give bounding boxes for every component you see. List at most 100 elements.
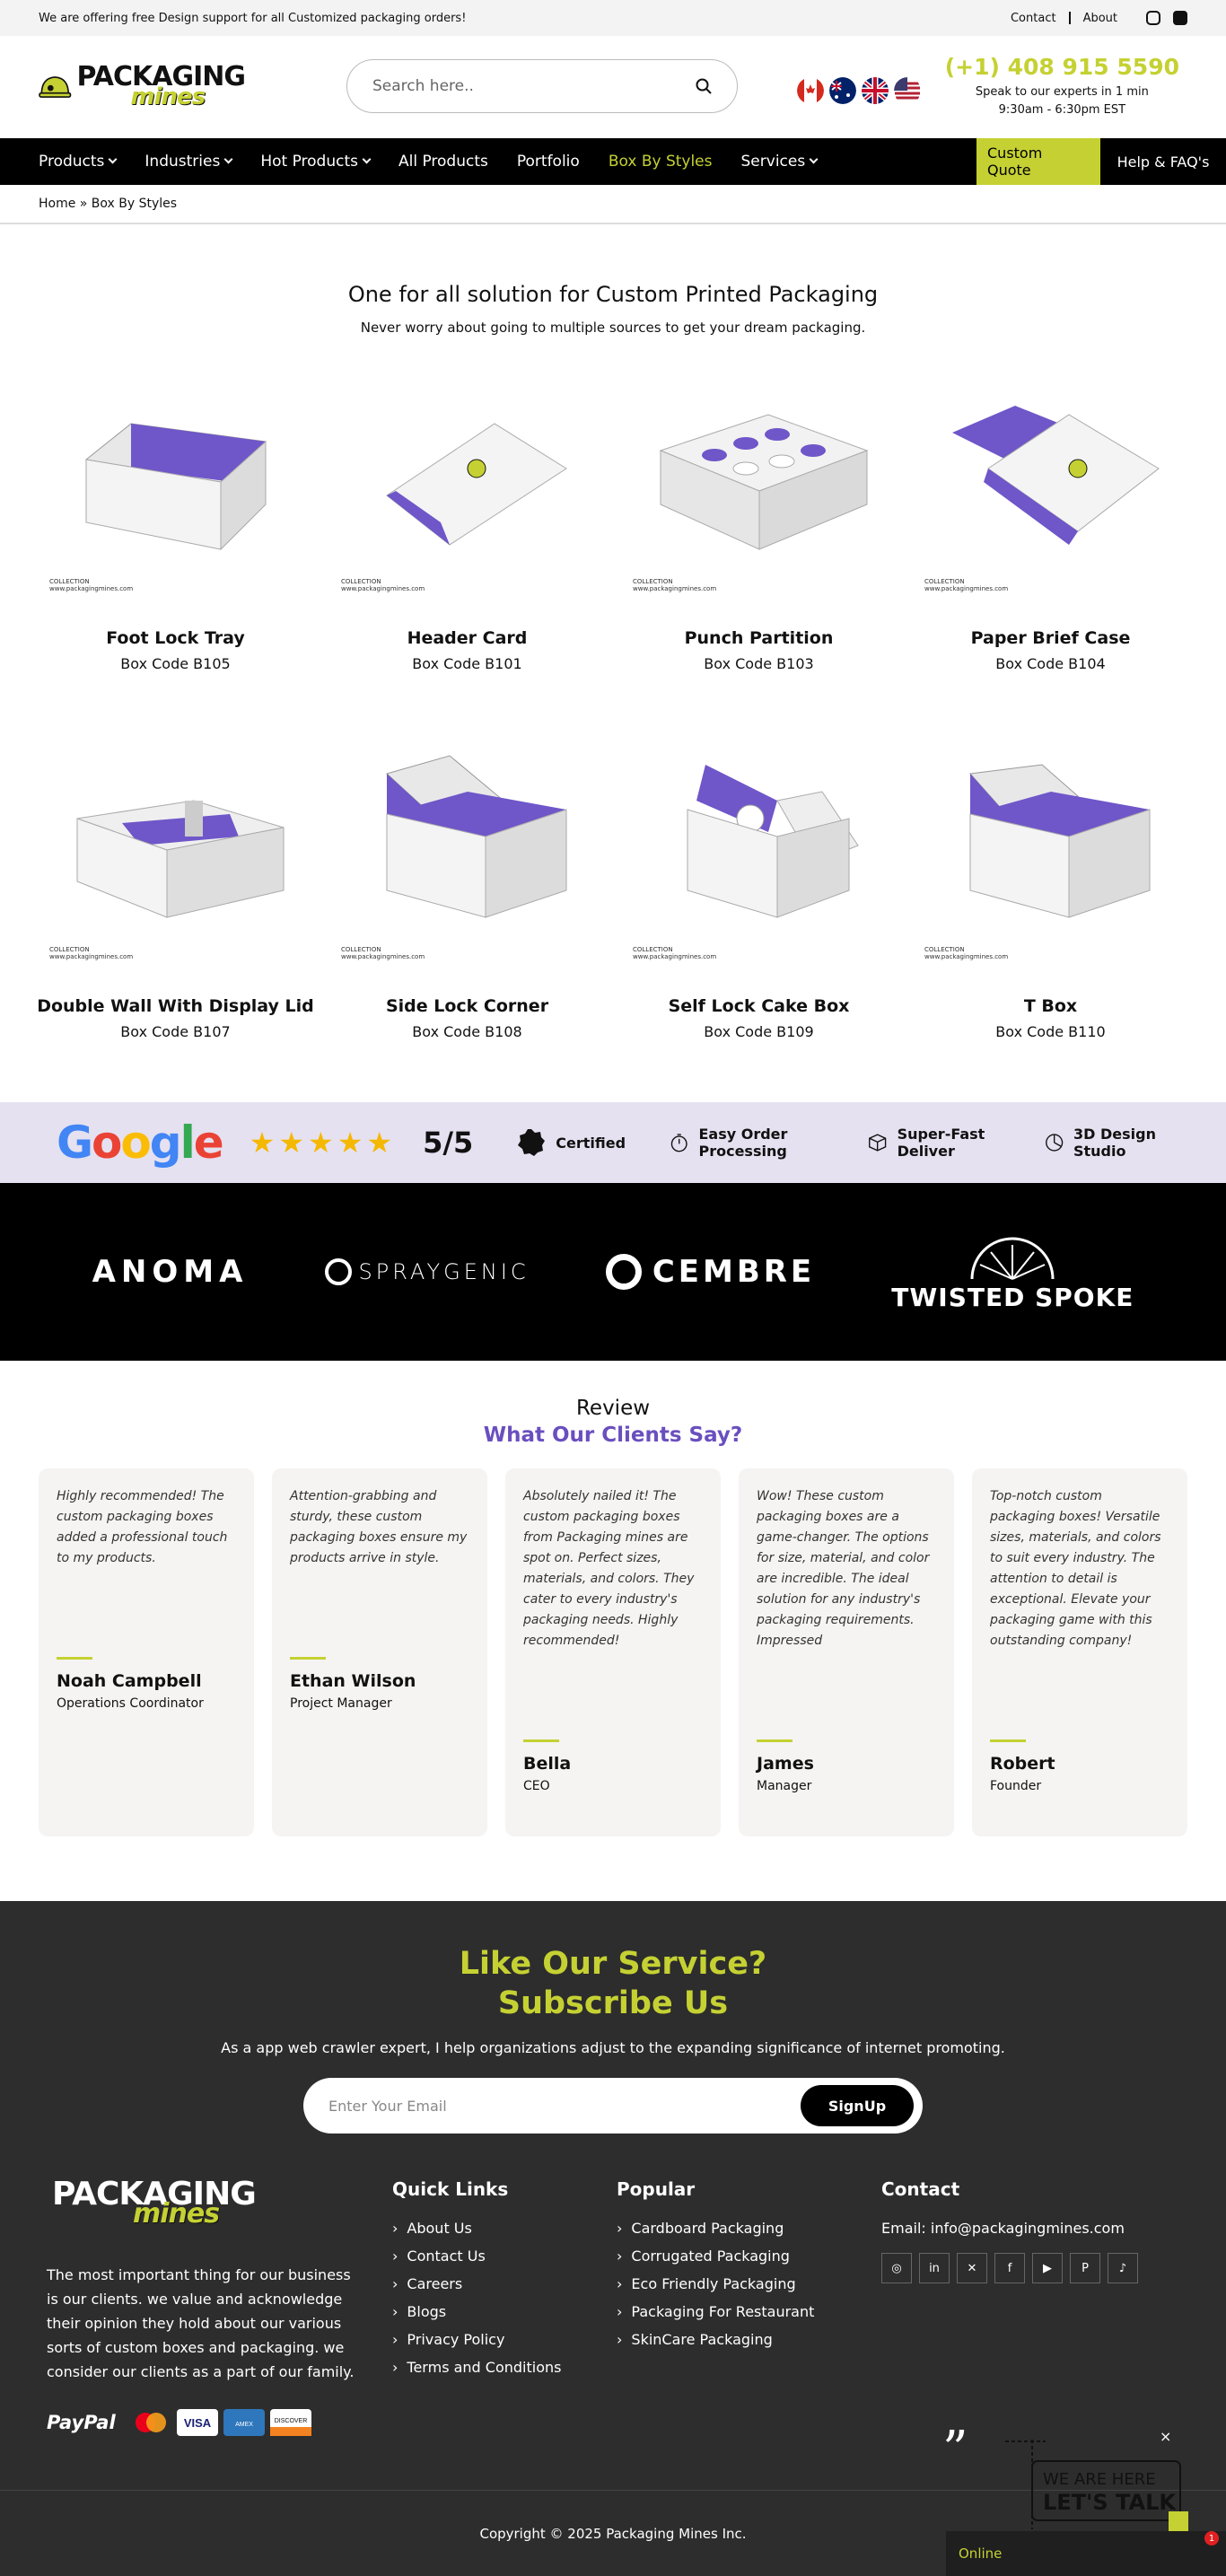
reviewer-role: Operations Coordinator xyxy=(57,1696,204,1711)
instagram-icon[interactable] xyxy=(1146,11,1160,25)
nav-services[interactable]: Services xyxy=(741,153,819,171)
tiktok-icon[interactable]: ♪ xyxy=(1108,2253,1138,2283)
product-name[interactable]: Side Lock Corner xyxy=(321,996,613,1016)
nav-industries[interactable]: Industries xyxy=(144,153,233,171)
nav-portfolio[interactable]: Portfolio xyxy=(517,153,580,171)
nav-all-products[interactable]: All Products xyxy=(398,153,488,171)
footer-social: ◎ in ✕ f ▶ P ♪ xyxy=(881,2253,1138,2283)
search-icon[interactable] xyxy=(696,78,712,94)
search-bar[interactable]: Search here.. xyxy=(346,59,738,113)
linkedin-icon[interactable] xyxy=(1173,11,1187,25)
youtube-icon[interactable]: ▶ xyxy=(1032,2253,1063,2283)
footer-popular-link[interactable]: Corrugated Packaging xyxy=(617,2247,881,2265)
about-link[interactable]: About xyxy=(1083,12,1117,25)
linkedin-icon[interactable]: in xyxy=(919,2253,950,2283)
nav-cta: Custom Quote Help & FAQ's xyxy=(976,138,1226,185)
star-rating-icon: ★★★★★ xyxy=(249,1126,397,1160)
product-name[interactable]: Header Card xyxy=(321,628,613,648)
close-icon: × xyxy=(1160,2428,1171,2445)
product-card[interactable]: COLLECTION www.packagingmines.com Self Loc… xyxy=(613,736,905,1104)
footer-quick-link[interactable]: About Us xyxy=(392,2220,617,2237)
site-logo[interactable]: PACKAGING mines xyxy=(39,64,246,110)
product-code: Box Code B108 xyxy=(412,1023,522,1040)
contact-link[interactable]: Contact xyxy=(1011,12,1056,25)
footer-quick-link[interactable]: Privacy Policy xyxy=(392,2331,617,2348)
review-card: Attention-grabbing and sturdy, these cus… xyxy=(272,1468,487,1836)
stopwatch-icon xyxy=(670,1134,687,1152)
footer-popular-link[interactable]: Cardboard Packaging xyxy=(617,2220,881,2237)
product-code: Box Code B103 xyxy=(704,655,814,672)
product-image[interactable]: COLLECTION www.packagingmines.com xyxy=(905,736,1196,960)
product-image[interactable]: COLLECTION www.packagingmines.com xyxy=(613,736,905,960)
us-flag-icon[interactable] xyxy=(894,77,921,104)
brand-twisted-spoke: TWISTED SPOKE xyxy=(891,1232,1134,1312)
footer-quick-link[interactable]: Contact Us xyxy=(392,2247,617,2265)
product-image[interactable]: COLLECTION www.packagingmines.com xyxy=(613,368,905,592)
product-card[interactable]: COLLECTION www.packagingmines.com Punch Pa… xyxy=(613,368,905,736)
top-bar: We are offering free Design support for … xyxy=(0,0,1226,36)
australia-flag-icon[interactable] xyxy=(829,77,856,104)
search-input[interactable]: Search here.. xyxy=(372,77,474,95)
subscribe-text: As a app web crawler expert, I help orga… xyxy=(221,2039,1005,2056)
product-card[interactable]: COLLECTION www.packagingmines.com Double W… xyxy=(30,736,321,1104)
footer-logo[interactable]: PACKAGING mines xyxy=(47,2176,257,2230)
footer-quick-link[interactable]: Blogs xyxy=(392,2303,617,2320)
paypal-icon: PayPal xyxy=(47,2412,116,2433)
nav-products[interactable]: Products xyxy=(39,153,118,171)
reviewer-name: Robert xyxy=(990,1754,1055,1774)
subscribe-heading: Like Our Service? Subscribe Us xyxy=(459,1946,767,2021)
footer-quick-link[interactable]: Terms and Conditions xyxy=(392,2359,617,2376)
product-name[interactable]: Paper Brief Case xyxy=(905,628,1196,648)
product-name[interactable]: Punch Partition xyxy=(613,628,905,648)
product-card[interactable]: COLLECTION www.packagingmines.com Side Loc… xyxy=(321,736,613,1104)
product-name[interactable]: Double Wall With Display Lid xyxy=(30,996,321,1016)
product-card[interactable]: COLLECTION www.packagingmines.com T Box Box… xyxy=(905,736,1196,1104)
lets-talk-widget[interactable]: ” × WE ARE HERE LET'S TALK xyxy=(942,2423,1212,2531)
review-section: Review What Our Clients Say? xyxy=(0,1397,1226,1447)
footer-popular-link[interactable]: Eco Friendly Packaging xyxy=(617,2275,881,2292)
product-image[interactable]: COLLECTION www.packagingmines.com xyxy=(905,368,1196,592)
chat-bar[interactable]: Online 1 xyxy=(946,2531,1226,2576)
footer-popular-link[interactable]: Packaging For Restaurant xyxy=(617,2303,881,2320)
top-links: Contact About xyxy=(1011,11,1187,25)
product-image[interactable]: COLLECTION www.packagingmines.com xyxy=(30,736,321,960)
uk-flag-icon[interactable] xyxy=(862,77,889,104)
facebook-icon[interactable]: f xyxy=(994,2253,1025,2283)
product-image[interactable]: COLLECTION www.packagingmines.com xyxy=(321,736,613,960)
main-nav: Products Industries Hot Products All Pro… xyxy=(0,138,1226,185)
twitter-icon[interactable]: ✕ xyxy=(957,2253,987,2283)
review-subtitle: What Our Clients Say? xyxy=(483,1424,743,1447)
nav-box-by-styles[interactable]: Box By Styles xyxy=(609,153,713,171)
logo-text: PACKAGING mines xyxy=(52,2176,257,2230)
product-name[interactable]: T Box xyxy=(905,996,1196,1016)
product-name[interactable]: Foot Lock Tray xyxy=(30,628,321,648)
email-input[interactable]: Enter Your Email xyxy=(328,2098,447,2115)
reviewer-name: Bella xyxy=(523,1754,572,1774)
pinterest-icon[interactable]: P xyxy=(1070,2253,1100,2283)
nav-hot-products[interactable]: Hot Products xyxy=(260,153,372,171)
svg-text:DISCOVER: DISCOVER xyxy=(274,2418,307,2424)
breadcrumb[interactable]: Home » Box By Styles xyxy=(0,185,1226,224)
trust-bar: Google ★★★★★ 5/5 Certified Easy Order Pr… xyxy=(0,1102,1226,1183)
box-icon xyxy=(869,1134,887,1152)
product-card[interactable]: COLLECTION www.packagingmines.com Paper Br… xyxy=(905,368,1196,736)
custom-quote-button[interactable]: Custom Quote xyxy=(976,138,1100,185)
signup-button[interactable]: SignUp xyxy=(801,2085,914,2126)
instagram-icon[interactable]: ◎ xyxy=(881,2253,912,2283)
footer-popular: Popular Cardboard PackagingCorrugated Pa… xyxy=(617,2178,881,2436)
product-watermark: COLLECTION www.packagingmines.com xyxy=(49,578,134,592)
footer-about: PACKAGING mines The most important thing … xyxy=(47,2178,365,2436)
product-code: Box Code B101 xyxy=(412,655,522,672)
review-card: Absolutely nailed it! The custom packagi… xyxy=(505,1468,721,1836)
product-card[interactable]: COLLECTION www.packagingmines.com Foot Loc… xyxy=(30,368,321,736)
help-faq-button[interactable]: Help & FAQ's xyxy=(1100,138,1226,185)
canada-flag-icon[interactable] xyxy=(797,77,824,104)
phone-number[interactable]: (+1) 408 915 5590 xyxy=(945,54,1179,80)
footer-quick-link[interactable]: Careers xyxy=(392,2275,617,2292)
product-image[interactable]: COLLECTION www.packagingmines.com xyxy=(321,368,613,592)
footer-popular-link[interactable]: SkinCare Packaging xyxy=(617,2331,881,2348)
product-image[interactable]: COLLECTION www.packagingmines.com xyxy=(30,368,321,592)
contact-email[interactable]: Email: info@packagingmines.com xyxy=(881,2220,1138,2237)
product-card[interactable]: COLLECTION www.packagingmines.com Header C… xyxy=(321,368,613,736)
product-name[interactable]: Self Lock Cake Box xyxy=(613,996,905,1016)
